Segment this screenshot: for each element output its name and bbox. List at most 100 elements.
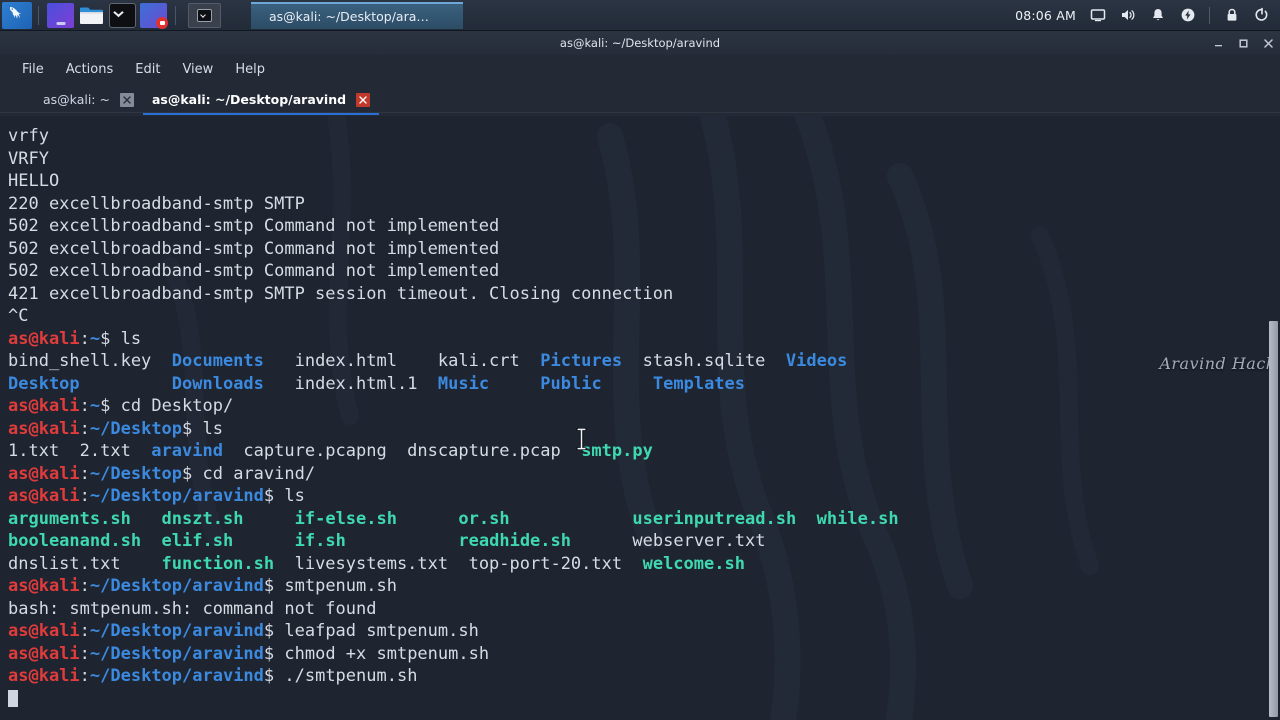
show-desktop-icon[interactable] — [47, 2, 74, 28]
terminal-text: : — [79, 418, 90, 439]
terminal-text: ^C — [8, 306, 29, 326]
terminal-line: as@kali:~/Desktop$ cd aravind/ — [8, 463, 1280, 486]
clock[interactable]: 08:06 AM — [1015, 8, 1076, 23]
terminal-line: VRFY — [8, 148, 1280, 171]
terminal-text: elif.sh — [161, 531, 234, 551]
terminal-line: as@kali:~/Desktop$ ls — [8, 418, 1280, 441]
terminal-text: booleanand.sh — [8, 531, 142, 551]
terminal-line: 421 excellbroadband-smtp SMTP session ti… — [8, 283, 1280, 306]
taskbar-window-label: as@kali: ~/Desktop/ara… — [269, 8, 429, 24]
terminal-text: function.sh — [161, 553, 275, 574]
terminal-text: $ cd Desktop/ — [100, 396, 234, 416]
terminal-line: 502 excellbroadband-smtp Command not imp… — [8, 238, 1280, 261]
terminal-text: Public — [540, 373, 602, 394]
terminal-line: dnslist.txt function.sh livesystems.txt … — [8, 553, 1280, 576]
tab-home-label: as@kali: ~ — [43, 92, 110, 107]
terminal-text: $ leafpad smtpenum.sh — [263, 621, 479, 641]
terminal-text: userinputread.sh — [632, 508, 797, 529]
tray-separator — [1209, 6, 1210, 24]
menu-file[interactable]: File — [11, 59, 55, 80]
menu-bar: File Actions Edit View Help — [0, 55, 1280, 84]
lock-icon[interactable] — [1223, 7, 1240, 24]
terminal-scrollbar[interactable] — [1268, 116, 1279, 720]
terminal-text: : — [79, 486, 90, 506]
terminal-text: : — [79, 621, 90, 641]
terminal-line: vrfy — [8, 125, 1280, 148]
terminal-text: ~/Desktop/aravind — [89, 576, 264, 596]
terminal-text: ~/Desktop/aravind — [89, 486, 264, 506]
window-title: as@kali: ~/Desktop/aravind — [559, 36, 721, 50]
window-controls — [1212, 31, 1274, 55]
terminal-line: HELLO — [8, 170, 1280, 193]
menu-help[interactable]: Help — [224, 59, 276, 80]
terminal-text: as@kali — [8, 328, 80, 349]
screen-recorder-icon[interactable] — [140, 2, 168, 29]
menu-view[interactable]: View — [171, 59, 224, 80]
terminal-line: bind_shell.key Documents index.html kali… — [8, 350, 1280, 373]
terminal-text: as@kali — [8, 666, 80, 686]
minimize-button[interactable] — [1212, 36, 1224, 50]
terminal-text: ~/Desktop — [89, 418, 183, 439]
terminal-text: capture.pcapng dnscapture.pcap — [222, 441, 582, 461]
terminal-text: dnslist.txt — [8, 553, 162, 574]
terminal-text: as@kali — [8, 621, 80, 641]
terminal-line: ^C — [8, 305, 1280, 328]
power-icon[interactable] — [1179, 7, 1196, 24]
terminal-text: vrfy — [8, 126, 49, 146]
taskbar-window-terminal[interactable]: as@kali: ~/Desktop/ara… — [251, 1, 463, 29]
terminal-line: as@kali:~/Desktop/aravind$ chmod +x smtp… — [8, 643, 1280, 666]
terminal-text: ~/Desktop/aravind — [89, 643, 264, 664]
close-button[interactable] — [1262, 36, 1274, 50]
terminal-text: $ chmod +x smtpenum.sh — [263, 643, 490, 664]
display-icon[interactable] — [1089, 7, 1106, 24]
window-list-button[interactable] — [188, 2, 221, 28]
volume-icon[interactable] — [1119, 7, 1136, 24]
tab-home[interactable]: as@kali: ~ — [34, 86, 143, 113]
taskbar-separator-2 — [175, 5, 176, 25]
kali-dragon-icon[interactable] — [2, 1, 32, 29]
terminal-output: vrfy VRFY HELLO 220 excellbroadband-smtp SM… — [0, 116, 1280, 710]
menu-edit[interactable]: Edit — [124, 59, 171, 80]
scrollbar-thumb[interactable] — [1269, 321, 1278, 717]
recording-indicator-icon — [156, 16, 168, 29]
terminal-text: $ ls — [182, 418, 223, 439]
file-manager-icon[interactable] — [78, 3, 105, 28]
menu-actions[interactable]: Actions — [55, 59, 125, 80]
terminal-icon[interactable] — [109, 2, 136, 28]
terminal-line: arguments.sh dnszt.sh if-else.sh or.sh u… — [8, 508, 1280, 531]
terminal-text: welcome.sh — [642, 553, 745, 574]
terminal-text: Pictures — [540, 351, 623, 371]
terminal-text: 421 excellbroadband-smtp SMTP session ti… — [8, 283, 674, 304]
tab-home-close-icon[interactable] — [119, 92, 134, 107]
terminal-text: ~ — [89, 328, 101, 349]
terminal-text: livesystems.txt top-port-20.txt — [274, 553, 643, 574]
terminal-text: if.sh — [294, 531, 346, 551]
terminal-text: as@kali — [8, 576, 80, 596]
logout-icon[interactable] — [1253, 7, 1270, 24]
terminal-text: webserver.txt — [571, 531, 766, 551]
terminal-line: Desktop Downloads index.html.1 Music Pub… — [8, 373, 1280, 396]
tab-aravind[interactable]: as@kali: ~/Desktop/aravind — [142, 86, 380, 115]
terminal-text: : — [79, 463, 90, 484]
terminal-line: as@kali:~$ cd Desktop/ — [8, 395, 1280, 418]
terminal-line: as@kali:~/Desktop/aravind$ leafpad smtpe… — [8, 620, 1280, 643]
terminal-text: smtp.py — [581, 441, 653, 461]
window-titlebar[interactable]: as@kali: ~/Desktop/aravind — [0, 31, 1280, 55]
terminal-body[interactable]: vrfy VRFY HELLO 220 excellbroadband-smtp SM… — [0, 116, 1280, 720]
notification-bell-icon[interactable] — [1149, 7, 1166, 24]
terminal-text: ~/Desktop — [89, 463, 183, 484]
terminal-text: $ ls — [263, 486, 305, 506]
tab-aravind-close-icon[interactable] — [356, 92, 371, 107]
terminal-text: as@kali — [8, 418, 80, 439]
maximize-button[interactable] — [1237, 36, 1249, 50]
terminal-text: index.html kali.crt — [263, 351, 541, 371]
terminal-text: 502 excellbroadband-smtp Command not imp… — [8, 238, 500, 259]
terminal-text: $ ls — [100, 328, 142, 349]
terminal-cursor — [8, 689, 18, 707]
